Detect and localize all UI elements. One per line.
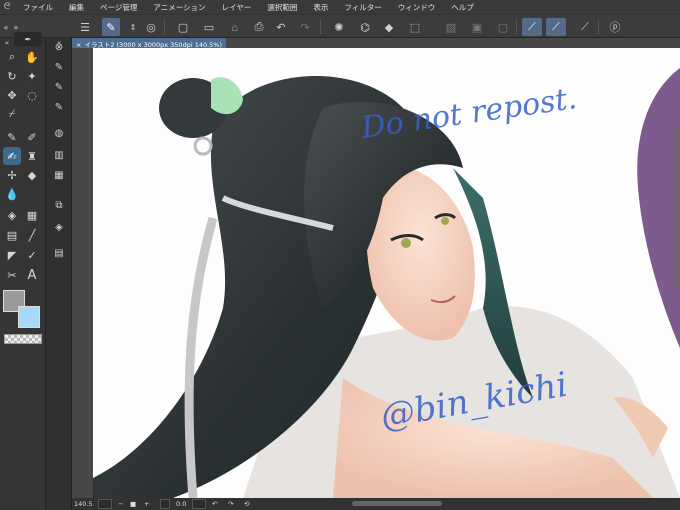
balloon-icon[interactable]: ✂ xyxy=(3,266,21,284)
brush-icon[interactable]: ✍ xyxy=(3,147,21,165)
lasso-icon[interactable]: ◌ xyxy=(23,86,41,104)
menu-filter[interactable]: フィルター xyxy=(335,2,388,13)
blend-icon[interactable]: 💧 xyxy=(3,185,21,203)
menu-bar: ᘓ ファイル 編集 ページ管理 アニメーション レイヤー 選択範囲 表示 フィル… xyxy=(0,0,680,14)
sub-tool-icon[interactable]: ✎ xyxy=(50,58,68,76)
sub-palette-bar: « ⊗ ✎ ✎ ✎ ◍ ▥ ▦ ⧉ ◈ ▤ xyxy=(46,38,72,510)
invert-selection-icon[interactable]: ▣ xyxy=(468,18,486,36)
grid-snap-icon[interactable]: ⟋ xyxy=(576,18,594,36)
color-wheel-icon[interactable]: ◍ xyxy=(50,124,68,142)
hand-icon[interactable]: ✋ xyxy=(23,48,41,66)
color-set-icon[interactable]: ▦ xyxy=(50,166,68,184)
menu-page[interactable]: ページ管理 xyxy=(91,2,144,13)
sub-color-swatch[interactable] xyxy=(18,306,40,328)
menu-view[interactable]: 表示 xyxy=(304,2,335,13)
new-file-icon[interactable]: ▢ xyxy=(174,18,192,36)
clear-icon[interactable]: ⬚ xyxy=(406,18,424,36)
vertical-scrollbar[interactable] xyxy=(673,128,677,288)
illustration: Do not repost. @bin_kichi xyxy=(93,68,680,498)
transparent-color-swatch[interactable] xyxy=(4,334,42,344)
eraser-icon[interactable]: ◆ xyxy=(23,166,41,184)
hamburger-menu-icon[interactable]: ☰ xyxy=(76,18,94,36)
zoom-field[interactable] xyxy=(98,499,112,509)
gradient-icon[interactable]: ▦ xyxy=(23,206,41,224)
menu-layer[interactable]: レイヤー xyxy=(213,2,259,13)
assist-icon[interactable]: ⓟ xyxy=(606,18,624,36)
canvas-area[interactable]: × イラスト2 (3000 x 3000px 350dpi 140.5%) Do… xyxy=(72,38,680,498)
menu-edit[interactable]: 編集 xyxy=(60,2,91,13)
correct-line-icon[interactable]: ✓ xyxy=(23,246,41,264)
deselect-icon[interactable]: ▧ xyxy=(442,18,460,36)
zoom-slider-icon[interactable]: ■ xyxy=(130,499,136,509)
up-down-icon[interactable]: ⇕ xyxy=(124,18,142,36)
pen-icon[interactable]: ✎ xyxy=(3,128,21,146)
text-icon[interactable]: A xyxy=(23,266,41,284)
menu-file[interactable]: ファイル xyxy=(14,2,60,13)
menu-help[interactable]: ヘルプ xyxy=(442,2,481,13)
zoom-icon[interactable]: ⌕ xyxy=(3,48,21,66)
navigator-icon[interactable]: ⊗ xyxy=(50,38,68,56)
rotate-left-icon[interactable]: ↶ xyxy=(212,499,217,509)
app-logo-icon[interactable]: ᘓ xyxy=(0,0,14,14)
crop-icon[interactable]: ▢ xyxy=(494,18,512,36)
rotate-icon[interactable]: ↻ xyxy=(3,67,21,85)
mode-target-icon[interactable]: ◎ xyxy=(142,18,160,36)
undo-icon[interactable]: ↶ xyxy=(272,18,290,36)
ruler-icon[interactable]: ◤ xyxy=(3,246,21,264)
sparkle-icon[interactable]: ✦ xyxy=(23,67,41,85)
menu-selection[interactable]: 選択範囲 xyxy=(258,2,304,13)
save-icon[interactable]: ⌂ xyxy=(226,18,244,36)
export-icon[interactable]: ⎙ xyxy=(250,18,268,36)
frame-icon[interactable]: ▤ xyxy=(3,226,21,244)
watermark-do-not-repost: Do not repost. xyxy=(358,81,579,146)
tool-palette: « ✒ ⌕ ✋ ↻ ✦ ✥ ◌ ⌿ ✎ ✐ ✍ ♜ ✢ ◆ 💧 ◈ ▦ ▤ ╱ … xyxy=(0,32,46,510)
zoom-out-icon[interactable]: − xyxy=(118,499,123,509)
document-tab[interactable]: × イラスト2 (3000 x 3000px 350dpi 140.5%) xyxy=(72,38,227,49)
airbrush-icon[interactable]: ♜ xyxy=(23,147,41,165)
rotate-right-icon[interactable]: ↷ xyxy=(228,499,233,509)
open-folder-icon[interactable]: ▭ xyxy=(200,18,218,36)
command-bar: « » ☰ ✎ ⇕ ◎ ▢ ▭ ⌂ ⎙ ↶ ↷ ✺ ⌬ ◆ ⬚ ▧ ▣ ▢ ⟋ … xyxy=(0,14,680,38)
brush-size-icon[interactable]: ✎ xyxy=(50,98,68,116)
reset-rotation-icon[interactable]: ⟲ xyxy=(244,499,249,509)
material-icon[interactable]: ▤ xyxy=(50,244,68,262)
fill-bucket-icon[interactable]: ◆ xyxy=(380,18,398,36)
layer-icon[interactable]: ◈ xyxy=(50,218,68,236)
status-bar: 140.5 − ■ + 0.0 ↶ ↷ ⟲ xyxy=(72,498,680,510)
zoom-value[interactable]: 140.5 xyxy=(74,499,93,509)
line-icon[interactable]: ╱ xyxy=(23,226,41,244)
loading-spinner-icon[interactable]: ✺ xyxy=(330,18,348,36)
color-slider-icon[interactable]: ▥ xyxy=(50,146,68,164)
menu-window[interactable]: ウィンドウ xyxy=(389,2,443,13)
canvas-artwork[interactable]: Do not repost. @bin_kichi xyxy=(93,48,680,498)
fill-icon[interactable]: ◈ xyxy=(3,206,21,224)
move-icon[interactable]: ✥ xyxy=(3,86,21,104)
tool-property-icon[interactable]: ✎ xyxy=(50,78,68,96)
brush-preview-icon[interactable]: ✒ xyxy=(14,32,42,46)
zoom-in-icon[interactable]: + xyxy=(144,499,149,509)
horizontal-scrollbar[interactable] xyxy=(352,501,442,506)
fit-icon[interactable] xyxy=(160,499,170,509)
special-ruler-snap-icon[interactable]: ⟋ xyxy=(546,18,566,36)
decoration-icon[interactable]: ✢ xyxy=(3,166,21,184)
redo-icon[interactable]: ↷ xyxy=(296,18,314,36)
layer-property-icon[interactable]: ⧉ xyxy=(50,196,68,214)
pencil-icon[interactable]: ✐ xyxy=(23,128,41,146)
ruler-snap-icon[interactable]: ⟋ xyxy=(522,18,542,36)
angle-value[interactable]: 0.0 xyxy=(176,499,186,509)
menu-animation[interactable]: アニメーション xyxy=(144,2,212,13)
transform-icon[interactable]: ⌬ xyxy=(356,18,374,36)
tab-close-icon[interactable]: × xyxy=(76,41,81,49)
eyedropper-icon[interactable]: ⌿ xyxy=(3,105,21,123)
pen-tool-icon[interactable]: ✎ xyxy=(102,18,120,36)
angle-field[interactable] xyxy=(192,499,206,509)
